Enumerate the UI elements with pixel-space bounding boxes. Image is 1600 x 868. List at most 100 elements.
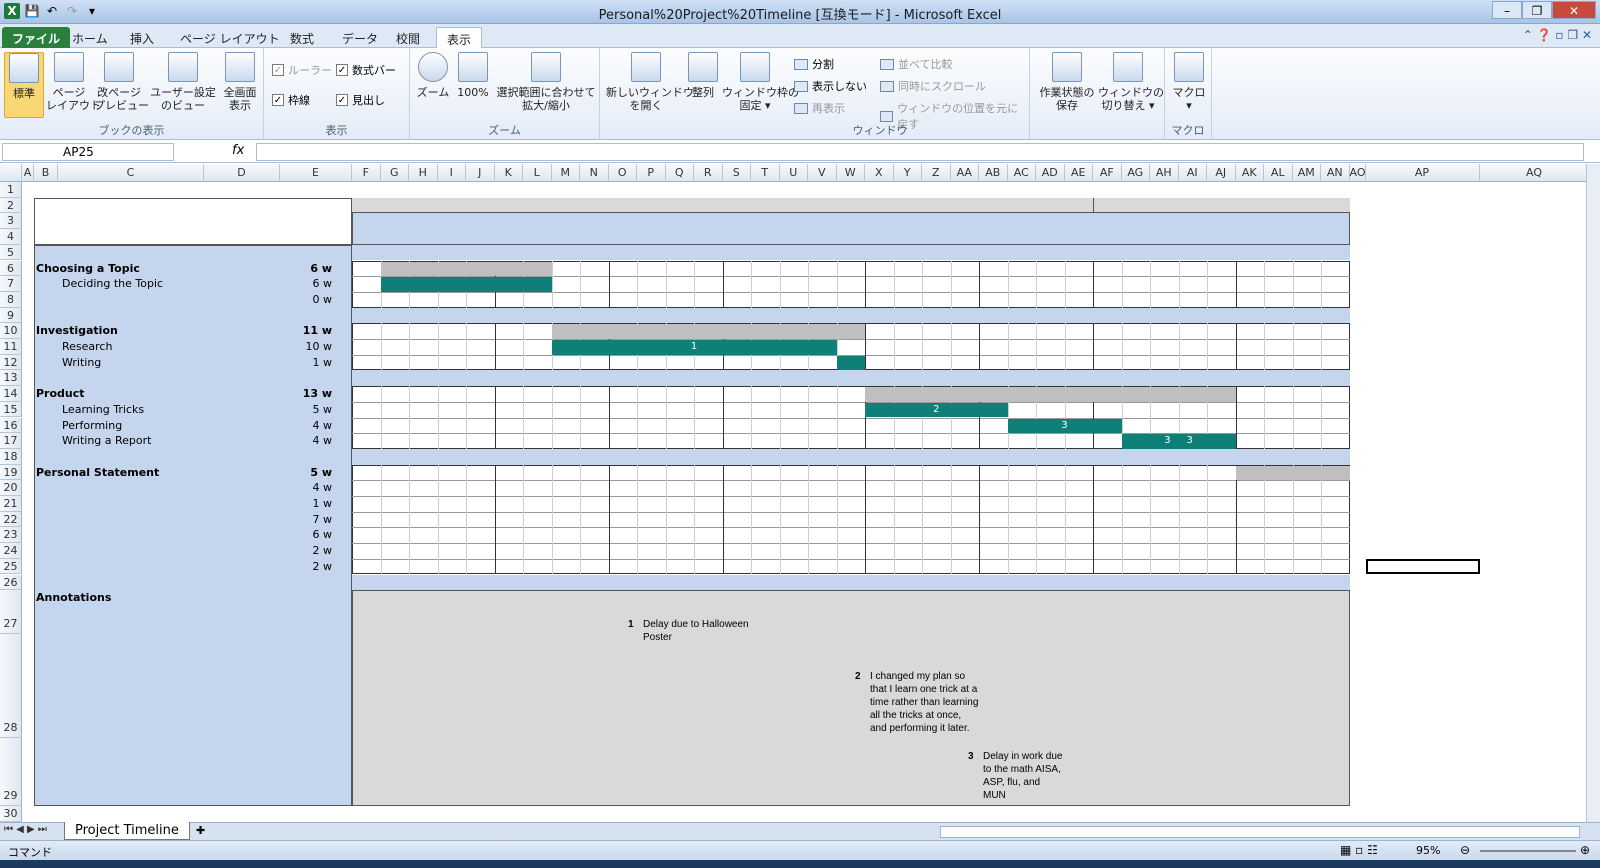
row-header[interactable]: 4 [0,229,22,245]
zoom-slider[interactable] [1480,850,1576,852]
zoom-button[interactable]: ズーム [416,52,450,99]
column-header[interactable]: T [751,164,780,182]
row-header[interactable]: 15 [0,401,22,418]
column-header[interactable]: A [22,164,34,182]
column-header[interactable]: V [808,164,837,182]
page-break-preview-button[interactable]: 改ページ プレビュー [94,52,149,112]
close-button[interactable]: ✕ [1552,1,1596,19]
column-header[interactable]: O [608,164,637,182]
row-header[interactable]: 30 [0,806,22,822]
full-screen-button[interactable]: 全画面 表示 [220,52,260,112]
formula-input[interactable] [256,143,1584,161]
new-window-button[interactable]: 新しいウィンドウ を開く [606,52,694,112]
formula-bar-checkbox[interactable]: ✓ 数式バー [336,62,396,78]
hide-button[interactable]: 表示しない [794,78,867,94]
row-header[interactable]: 11 [0,339,22,355]
freeze-panes-button[interactable]: ウィンドウ枠の 固定 ▾ [722,52,799,112]
row-header[interactable]: 20 [0,480,22,496]
column-header[interactable]: AC [1007,164,1036,182]
column-header[interactable]: M [551,164,580,182]
tab-home[interactable]: ホーム [62,27,118,48]
column-header[interactable]: D [204,164,280,182]
macros-button[interactable]: マクロ ▾ [1171,52,1207,112]
row-header[interactable]: 25 [0,558,22,575]
zoom-to-selection-button[interactable]: 選択範囲に合わせて 拡大/縮小 [496,52,596,112]
row-header[interactable]: 6 [0,260,22,277]
horizontal-scrollbar[interactable] [940,826,1580,838]
worksheet-grid[interactable]: A B C D E F G H I J K L M N O P Q R S T U V W X Y Z AA AB AC AD AE AF AG… [0,164,1586,822]
vertical-scrollbar[interactable] [1586,164,1600,822]
sheet-tab-project-timeline[interactable]: Project Timeline [64,822,190,840]
zoom-in-icon[interactable]: ⊕ [1580,843,1590,857]
ruler-checkbox[interactable]: ✓ ルーラー [272,62,332,78]
column-header[interactable]: R [694,164,723,182]
column-header[interactable]: AJ [1207,164,1236,182]
help-icon[interactable]: ⌃ ❓ ▫ ❐ ✕ [1523,28,1592,42]
row-header[interactable]: 22 [0,511,22,528]
restore-button[interactable]: ❐ [1522,1,1552,19]
insert-sheet-icon[interactable]: ✚ [196,824,205,837]
row-header[interactable]: 16 [0,417,22,434]
column-header[interactable]: I [437,164,466,182]
minimize-button[interactable]: – [1492,1,1522,19]
row-header[interactable]: 10 [0,323,22,339]
tab-formulas[interactable]: 数式 [280,27,324,48]
zoom-out-icon[interactable]: ⊖ [1460,843,1470,857]
column-header[interactable]: F [352,164,381,182]
column-header[interactable]: AN [1321,164,1350,182]
column-header[interactable]: AF [1093,164,1122,182]
row-header[interactable]: 19 [0,464,22,481]
column-header[interactable]: U [779,164,808,182]
column-header[interactable]: AD [1036,164,1065,182]
row-header[interactable]: 29 [0,738,22,807]
column-header[interactable]: AG [1121,164,1150,182]
unhide-button[interactable]: 再表示 [794,100,845,116]
arrange-button[interactable]: 整列 [688,52,718,99]
row-header[interactable]: 24 [0,543,22,559]
column-header[interactable]: Q [665,164,694,182]
column-header[interactable]: AA [950,164,979,182]
select-all-corner[interactable] [0,164,22,182]
custom-views-button[interactable]: ユーザー設定 のビュー [150,52,216,112]
row-header[interactable]: 26 [0,574,22,591]
gridlines-checkbox[interactable]: ✓ 枠線 [272,92,310,108]
column-header[interactable]: AQ [1479,164,1586,182]
column-header[interactable]: AH [1150,164,1179,182]
row-header[interactable]: 27 [0,590,22,635]
page-layout-view-button[interactable]: ページ レイアウト [46,52,101,112]
tab-insert[interactable]: 挿入 [120,27,164,48]
tab-file[interactable]: ファイル [2,27,71,48]
column-header[interactable]: P [637,164,666,182]
column-header[interactable]: AM [1292,164,1321,182]
column-header[interactable]: L [523,164,552,182]
column-header[interactable]: AO [1349,164,1366,182]
column-header[interactable]: X [865,164,894,182]
row-header[interactable]: 17 [0,433,22,449]
row-header[interactable]: 21 [0,496,22,512]
row-header[interactable]: 9 [0,307,22,324]
column-header[interactable]: N [580,164,609,182]
column-header[interactable]: AE [1064,164,1093,182]
column-header[interactable]: Y [893,164,922,182]
column-header[interactable]: AB [979,164,1008,182]
function-icon[interactable]: fx [232,143,244,158]
column-header[interactable]: AI [1178,164,1207,182]
row-header[interactable]: 13 [0,370,22,387]
tab-view[interactable]: 表示 [436,27,483,48]
tab-review[interactable]: 校閲 [386,27,430,48]
column-header[interactable]: AK [1235,164,1264,182]
column-header[interactable]: B [34,164,58,182]
row-header[interactable]: 14 [0,386,22,402]
name-box[interactable]: AP25 [2,143,174,161]
zoom-100-button[interactable]: 100% [456,52,490,99]
row-header[interactable]: 23 [0,527,22,544]
zoom-level[interactable]: 95% [1416,844,1440,857]
column-header[interactable]: C [58,164,204,182]
switch-windows-button[interactable]: ウィンドウの 切り替え ▾ [1098,52,1164,112]
column-header[interactable]: W [836,164,865,182]
view-side-by-side-button[interactable]: 並べて比較 [880,56,953,72]
column-header[interactable]: K [494,164,523,182]
column-header[interactable]: AL [1264,164,1293,182]
column-header[interactable]: H [409,164,438,182]
sheet-nav-arrows[interactable]: ⏮ ◀ ▶ ⏭ [4,824,47,835]
